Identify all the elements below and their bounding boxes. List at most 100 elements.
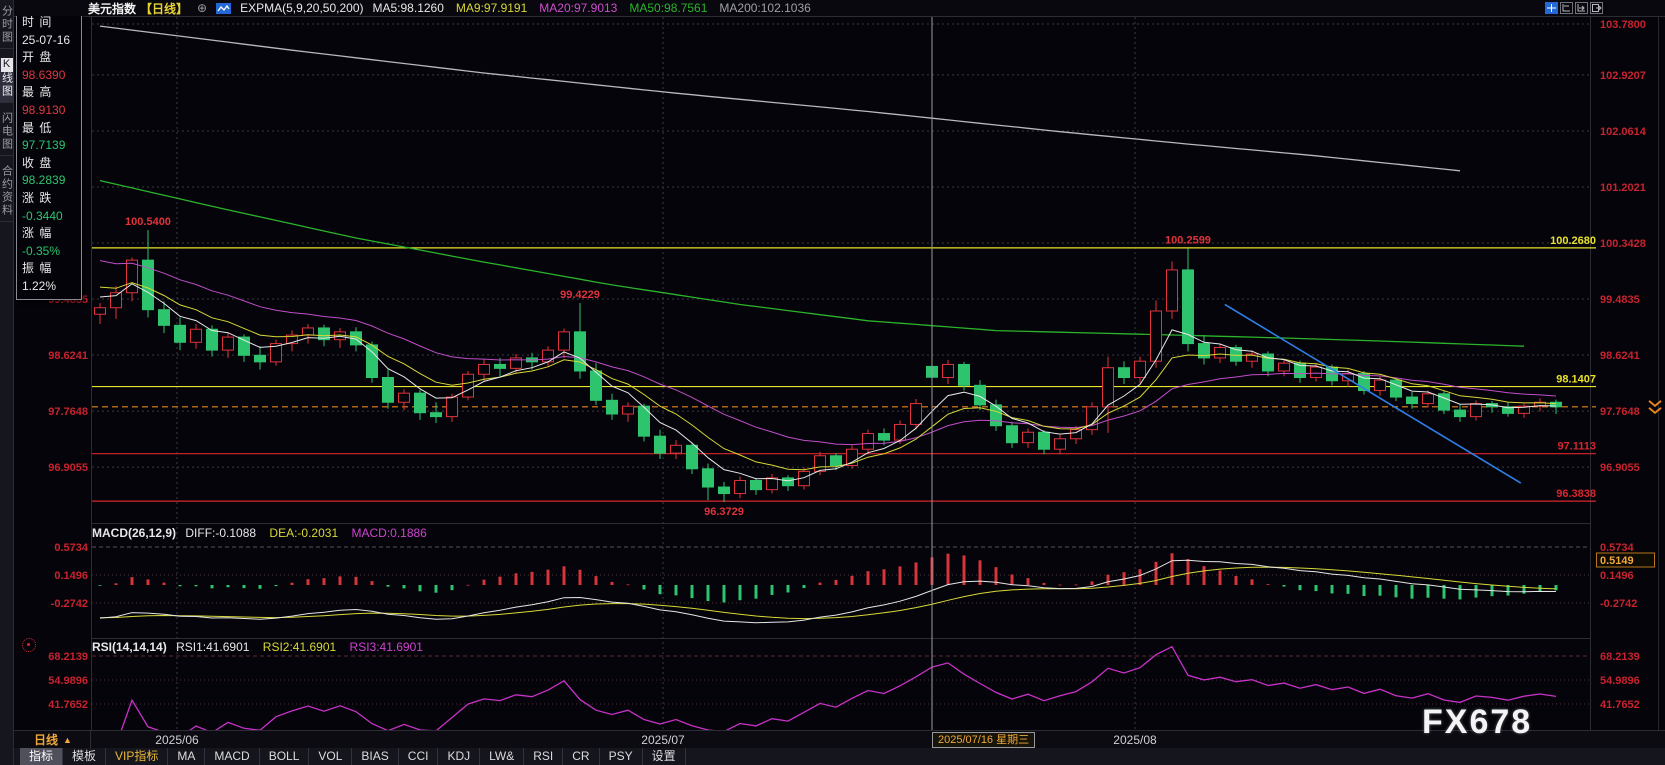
time-axis-row: 日线 ▲ 2025/062025/072025/08 2025/07/16 星期… (14, 730, 1665, 748)
info-label: 最 低 (22, 120, 76, 138)
x-axis-date: 2025/06 (142, 733, 212, 747)
toolbar-item-BOLL[interactable]: BOLL (260, 748, 310, 765)
watermark: FX678 (1422, 703, 1532, 742)
toolbar-item-CR[interactable]: CR (563, 748, 599, 765)
crosshair-date-label: 2025/07/16 星期三 (932, 732, 1035, 748)
right-axis-label: 102.9207 (1600, 70, 1646, 82)
sidebar-tab-K线图[interactable]: K线图 (0, 58, 14, 103)
ma200-line (100, 26, 1460, 171)
right-axis-label: 98.6241 (1600, 350, 1640, 362)
grid-layout-icon[interactable] (1545, 2, 1558, 14)
rsi-left-axis-label: 54.9896 (48, 675, 88, 687)
rsi-right-axis-label: 41.7652 (1600, 699, 1640, 711)
right-axis-label: 103.7800 (1600, 19, 1646, 31)
period-label: 日线 (34, 731, 58, 748)
right-axis-label: 102.0614 (1600, 126, 1647, 138)
macd-dif-line (100, 560, 1556, 623)
layout-icons (1545, 2, 1603, 14)
macd-current-value: 0.5149 (1600, 555, 1634, 567)
info-label: 时 间 (22, 14, 76, 32)
left-tab-strip: 分时图 K线图闪电图合约资料 (0, 0, 14, 765)
sidebar-tab-分时图[interactable]: 分时图 (0, 5, 14, 49)
quote-info-panel: 时 间25-07-16开 盘98.6390最 高98.9130最 低97.713… (16, 10, 82, 300)
info-label: 涨 跌 (22, 190, 76, 208)
macd-title: MACD(26,12,9) (92, 526, 176, 540)
ma-value: MA20:97.9013 (539, 1, 617, 15)
info-value: -0.3440 (22, 208, 76, 226)
right-axis-label: 96.9055 (1600, 462, 1640, 474)
toolbar-item-PSY[interactable]: PSY (600, 748, 643, 765)
ma-value: MA5:98.1260 (373, 1, 444, 15)
price-arrow-marker (1649, 401, 1661, 413)
period-selector[interactable]: 日线 ▲ (16, 731, 91, 748)
info-label: 开 盘 (22, 49, 76, 67)
symbol-name: 美元指数 (88, 0, 136, 17)
macd-macd-value: MACD:0.1886 (351, 526, 426, 540)
toolbar-item-BIAS[interactable]: BIAS (352, 748, 398, 765)
toolbar-item-KDJ[interactable]: KDJ (438, 748, 480, 765)
rsi-left-axis-label: 41.7652 (48, 699, 88, 711)
macd-right-axis-label: 0.5734 (1600, 542, 1635, 554)
price-line-label: 100.2680 (1550, 235, 1596, 247)
rsi2-value: RSI2:41.6901 (263, 640, 336, 654)
toolbar-item-RSI[interactable]: RSI (524, 748, 563, 765)
candles (95, 230, 1562, 502)
ma20-line (100, 261, 1556, 445)
price-annotation: 100.5400 (125, 216, 171, 228)
ma-value: MA50:98.7561 (629, 1, 707, 15)
macd-right-axis-label: 0.1496 (1600, 570, 1634, 582)
expma-label: EXPMA(5,9,20,50,200) (240, 1, 363, 15)
right-axis-label: 97.7648 (1600, 406, 1640, 418)
info-value: -0.35% (22, 243, 76, 261)
right-axis-label: 99.4835 (1600, 294, 1640, 306)
info-value: 98.9130 (22, 102, 76, 120)
x-axis-date: 2025/08 (1100, 733, 1170, 747)
axis-right-icon[interactable] (1575, 2, 1588, 14)
rsi-left-axis-label: 68.2139 (48, 651, 88, 663)
axis-left-icon[interactable] (1560, 2, 1573, 14)
price-annotation: 100.2599 (1165, 234, 1211, 246)
toolbar-item-VIP指标[interactable]: VIP指标 (106, 748, 168, 765)
info-value: 1.22% (22, 278, 76, 296)
toolbar-item-LW&[interactable]: LW& (480, 748, 524, 765)
main-pane (95, 26, 1562, 502)
toolbar-item-指标[interactable]: 指标 (20, 748, 63, 765)
ma50-line (100, 181, 1524, 347)
trendline[interactable] (1225, 304, 1521, 483)
indicator-toolbar: 指标模板VIP指标MAMACDBOLLVOLBIASCCIKDJLW&RSICR… (14, 748, 1665, 765)
sidebar-tab-合约资料[interactable]: 合约资料 (0, 165, 14, 222)
price-line-label: 96.3838 (1556, 488, 1596, 500)
macd-left-axis-label: 0.1496 (54, 570, 88, 582)
pane-expand-icon[interactable] (1590, 2, 1603, 14)
macd-diff-value: DIFF:-0.1088 (185, 526, 256, 540)
toolbar-item-模板[interactable]: 模板 (63, 748, 106, 765)
price-annotation: 96.3729 (704, 506, 744, 518)
ma5-line (100, 284, 1556, 481)
info-label: 涨 幅 (22, 225, 76, 243)
left-axis-label: 98.6241 (48, 350, 88, 362)
ma-value: MA200:102.1036 (719, 1, 810, 15)
top-bar: 美元指数 【日线】 ⊕ EXPMA(5,9,20,50,200) MA5:98.… (14, 0, 1665, 16)
toolbar-item-设置[interactable]: 设置 (643, 748, 686, 765)
toolbar-item-MA[interactable]: MA (168, 748, 205, 765)
price-line-label: 97.1113 (1557, 441, 1596, 453)
info-value: 98.2839 (22, 172, 76, 190)
toolbar-item-MACD[interactable]: MACD (205, 748, 259, 765)
chart-type-icon[interactable] (216, 3, 231, 14)
toolbar-item-CCI[interactable]: CCI (399, 748, 439, 765)
rsi-title: RSI(14,14,14) (92, 640, 167, 654)
info-label: 收 盘 (22, 155, 76, 173)
sidebar-tab-闪电图[interactable]: 闪电图 (0, 112, 14, 156)
macd-dea-value: DEA:-0.2031 (269, 526, 338, 540)
toolbar-item-VOL[interactable]: VOL (309, 748, 352, 765)
indicator-marker-icon[interactable] (22, 638, 36, 652)
info-label: 最 高 (22, 84, 76, 102)
macd-left-axis-label: 0.5734 (54, 542, 89, 554)
period-tag: 【日线】 (140, 0, 188, 17)
info-label: 振 幅 (22, 260, 76, 278)
macd-left-axis-label: -0.2742 (51, 598, 88, 610)
right-axis-label: 100.3428 (1600, 238, 1646, 250)
app-window: 美元指数 【日线】 ⊕ EXPMA(5,9,20,50,200) MA5:98.… (0, 0, 1665, 765)
circle-plus-icon[interactable]: ⊕ (197, 1, 207, 15)
macd-right-axis-label: -0.2742 (1600, 598, 1637, 610)
